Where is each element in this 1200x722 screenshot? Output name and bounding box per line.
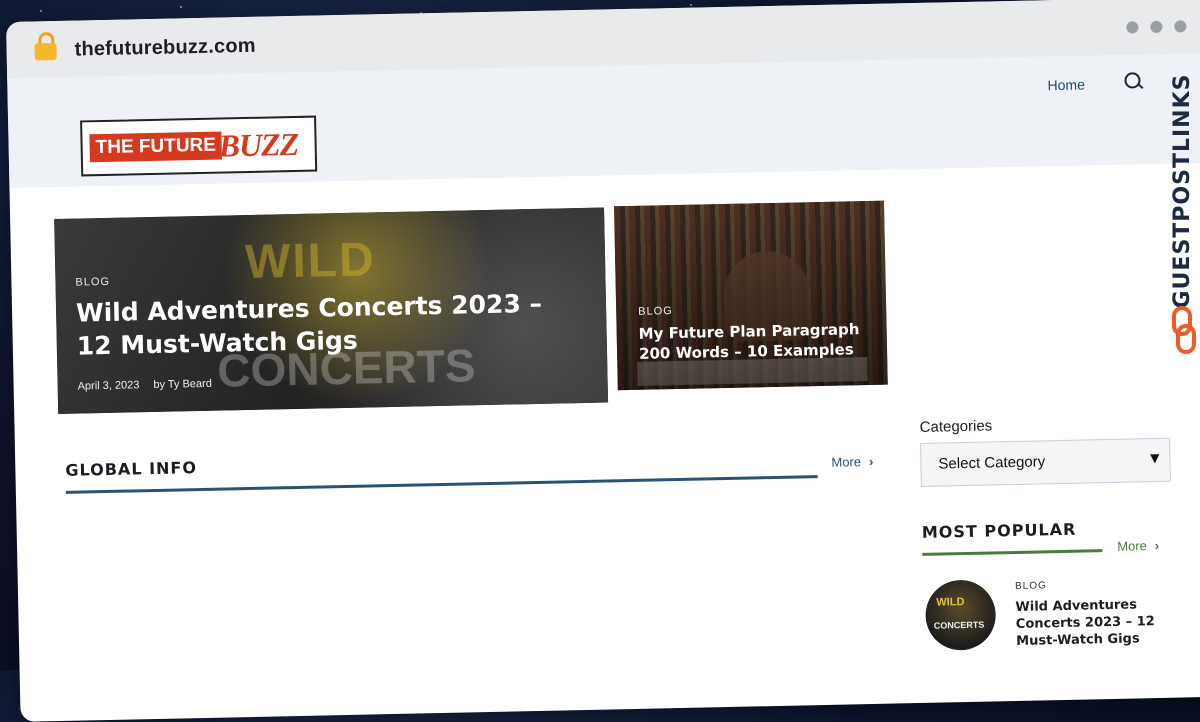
browser-window: thefuturebuzz.com THE FUTURE BUZZ Home W… <box>6 0 1200 722</box>
popular-post-title[interactable]: Wild Adventures Concerts 2023 – 12 Must-… <box>1015 596 1166 650</box>
watermark-text: GUESTPOSTLINKS <box>1170 73 1195 309</box>
hero-author[interactable]: by Ty Beard <box>153 378 212 391</box>
category-select[interactable]: Select Category ▼ <box>920 437 1171 487</box>
hero-date: April 3, 2023 <box>77 379 140 393</box>
window-menu-dots-icon[interactable] <box>1114 17 1187 38</box>
link-chain-icon <box>1172 306 1196 354</box>
card-title[interactable]: My Future Plan Paragraph 200 Words – 10 … <box>638 319 879 364</box>
thumbnail-text: WILD <box>936 596 965 609</box>
chevron-right-icon: › <box>868 453 874 470</box>
featured-post-card[interactable]: BLOG My Future Plan Paragraph 200 Words … <box>613 200 888 391</box>
logo-text-buzz: BUZZ <box>218 125 299 164</box>
hero-title[interactable]: Wild Adventures Concerts 2023 – 12 Must-… <box>76 286 577 362</box>
popular-post-thumbnail[interactable]: WILD CONCERTS <box>924 579 997 651</box>
most-popular-divider <box>922 549 1103 556</box>
categories-label: Categories <box>919 417 993 436</box>
popular-post-category[interactable]: BLOG <box>1015 580 1047 592</box>
site-logo[interactable]: THE FUTURE BUZZ <box>80 115 318 177</box>
section-title: GLOBAL INFO <box>65 458 198 480</box>
nav-link-home[interactable]: Home <box>1047 76 1085 93</box>
lock-icon <box>34 31 57 61</box>
category-select-value: Select Category <box>938 453 1046 473</box>
chevron-down-icon: ▼ <box>1150 450 1160 466</box>
logo-text-the-future: THE FUTURE <box>89 131 223 163</box>
featured-post-hero[interactable]: WILD CONCERTS BLOG Wild Adventures Conce… <box>54 207 609 414</box>
section-more-link[interactable]: More › <box>831 454 873 470</box>
most-popular-more-link[interactable]: More › <box>1117 538 1159 554</box>
search-icon[interactable] <box>1124 72 1141 89</box>
hero-art-text: WILD <box>244 233 377 290</box>
card-category[interactable]: BLOG <box>638 305 673 318</box>
section-divider <box>65 475 818 494</box>
url-text[interactable]: thefuturebuzz.com <box>74 35 256 62</box>
most-popular-title: MOST POPULAR <box>921 519 1077 542</box>
thumbnail-text: CONCERTS <box>933 619 985 631</box>
hero-category[interactable]: BLOG <box>75 276 110 289</box>
chevron-right-icon: › <box>1154 537 1160 554</box>
guestpostlinks-watermark: GUESTPOSTLINKS <box>1168 58 1198 358</box>
